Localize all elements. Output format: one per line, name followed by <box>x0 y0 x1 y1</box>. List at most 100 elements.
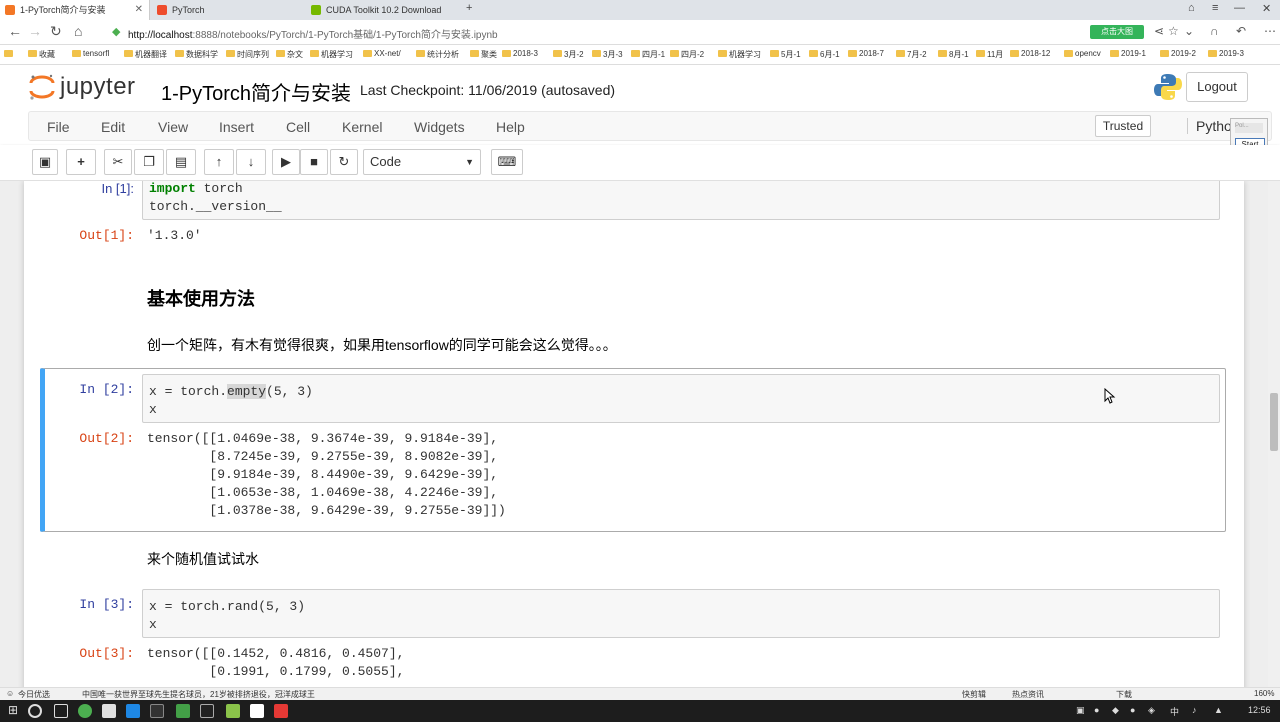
bookmark-item[interactable]: 数据科学 <box>175 49 218 60</box>
app-icon-explorer[interactable] <box>102 704 116 718</box>
command-palette-button[interactable]: ⌨ <box>491 149 523 175</box>
bookmark-item[interactable]: 时间序列 <box>226 49 269 60</box>
bookmark-toggle-icon[interactable]: ⊳ <box>4 49 13 58</box>
notebook-name[interactable]: 1-PyTorch简介与安装 <box>161 77 351 106</box>
bookmark-item[interactable]: 杂文 <box>276 49 303 60</box>
run-button[interactable]: ▶ <box>272 149 300 175</box>
menu-cell[interactable]: Cell <box>286 119 310 135</box>
bookmark-item[interactable]: 7月-2 <box>896 49 927 60</box>
menu-icon[interactable]: ≡ <box>1212 2 1218 14</box>
menu-kernel[interactable]: Kernel <box>342 119 382 135</box>
copy-button[interactable]: ❐ <box>134 149 164 175</box>
bookmark-item[interactable]: 6月-1 <box>809 49 840 60</box>
cell-type-select[interactable]: Code ▼ <box>363 149 481 175</box>
menu-help[interactable]: Help <box>496 119 525 135</box>
bookmark-item[interactable]: 四月-1 <box>631 49 665 60</box>
bookmark-item[interactable]: 2018-12 <box>1010 49 1050 58</box>
bookmark-item[interactable]: 统计分析 <box>416 49 459 60</box>
code-cell-input[interactable]: import torch torch.__version__ <box>142 181 1220 220</box>
volume-icon[interactable]: ♪ <box>1192 705 1197 715</box>
input-language[interactable]: 中 <box>1170 705 1179 718</box>
forward-icon[interactable]: → <box>28 23 42 39</box>
menu-view[interactable]: View <box>158 119 188 135</box>
bookmark-item[interactable]: tensorfl <box>72 49 109 58</box>
code-cell-input[interactable]: x = torch.rand(5, 3) x <box>142 589 1220 638</box>
bookmark-item[interactable]: 8月-1 <box>938 49 969 60</box>
vertical-scrollbar[interactable] <box>1268 181 1280 687</box>
bookmark-item[interactable]: 2018-7 <box>848 49 884 58</box>
cut-button[interactable]: ✂ <box>104 149 132 175</box>
tab-pytorch[interactable]: PyTorch <box>152 0 304 20</box>
app-icon-browser[interactable] <box>78 704 92 718</box>
close-icon[interactable]: ✕ <box>135 0 143 20</box>
status-zoom[interactable]: 160% <box>1254 689 1274 698</box>
app-icon-recorder[interactable] <box>274 704 288 718</box>
new-tab-button[interactable]: + <box>466 2 472 14</box>
menu-insert[interactable]: Insert <box>219 119 254 135</box>
bookmark-item[interactable]: 11月 <box>976 49 1003 60</box>
insert-cell-button[interactable]: + <box>66 149 96 175</box>
enlarge-button[interactable]: 点击大图 <box>1090 25 1144 39</box>
bookmark-item[interactable]: 3月-2 <box>553 49 584 60</box>
status-download[interactable]: 下载 <box>1116 689 1132 700</box>
headset-icon[interactable]: ∩ <box>1210 24 1219 38</box>
bookmark-item[interactable]: 5月-1 <box>770 49 801 60</box>
minimize-icon[interactable]: — <box>1234 2 1245 14</box>
move-up-button[interactable]: ↑ <box>204 149 234 175</box>
bookmark-item[interactable]: 机器学习 <box>310 49 353 60</box>
bookmark-item[interactable]: 2019-3 <box>1208 49 1244 58</box>
bookmark-item[interactable]: 2018-3 <box>502 49 538 58</box>
status-quick-clip[interactable]: 快剪辑 <box>962 689 986 700</box>
clock[interactable]: 12:56 <box>1248 705 1271 715</box>
window-close-icon[interactable]: ✕ <box>1262 2 1271 15</box>
tray-icon-2[interactable]: ● <box>1094 705 1099 715</box>
tray-icon-4[interactable]: ● <box>1130 705 1135 715</box>
back-icon[interactable]: ← <box>8 23 22 39</box>
menu-edit[interactable]: Edit <box>101 119 125 135</box>
move-down-button[interactable]: ↓ <box>236 149 266 175</box>
url-field[interactable]: http://localhost:8888/notebooks/PyTorch/… <box>128 26 498 41</box>
menu-file[interactable]: File <box>47 119 70 135</box>
app-icon-editor[interactable] <box>200 704 214 718</box>
search-icon[interactable] <box>28 704 42 718</box>
bookmark-item[interactable]: 2019-1 <box>1110 49 1146 58</box>
scrollbar-thumb[interactable] <box>1270 393 1278 451</box>
reload-icon[interactable]: ↻ <box>50 23 62 40</box>
home-icon[interactable]: ⌂ <box>74 23 82 39</box>
app-icon-chrome[interactable] <box>176 704 190 718</box>
bookmark-item[interactable]: XX-net/ <box>363 49 401 58</box>
jupyter-wordmark[interactable]: jupyter <box>60 73 136 101</box>
menu-widgets[interactable]: Widgets <box>414 119 465 135</box>
task-view-icon[interactable] <box>54 704 68 718</box>
bookmark-item[interactable]: 聚类 <box>470 49 497 60</box>
share-icon[interactable]: ⋖ <box>1154 24 1164 38</box>
tab-cuda[interactable]: CUDA Toolkit 10.2 Download <box>306 0 458 20</box>
paste-button[interactable]: ▤ <box>166 149 196 175</box>
status-daily[interactable]: 今日优选 <box>18 689 50 700</box>
restart-button[interactable]: ↻ <box>330 149 358 175</box>
bookmark-item[interactable]: 四月-2 <box>670 49 704 60</box>
bookmark-item[interactable]: 机器学习 <box>718 49 761 60</box>
interrupt-button[interactable]: ■ <box>300 149 328 175</box>
more-icon[interactable]: ⋯ <box>1264 24 1276 38</box>
app-icon-pycharm[interactable] <box>226 704 240 718</box>
bookmark-item[interactable]: 机器翻译 <box>124 49 167 60</box>
logout-button[interactable]: Logout <box>1186 72 1248 102</box>
skin-icon[interactable]: ⌂ <box>1188 2 1195 14</box>
trusted-indicator[interactable]: Trusted <box>1095 115 1151 137</box>
network-icon[interactable]: ▲ <box>1214 705 1223 715</box>
save-button[interactable]: ▣ <box>32 149 58 175</box>
bookmark-item[interactable]: 收藏 <box>28 49 55 60</box>
code-cell-input[interactable]: x = torch.empty(5, 3) x <box>142 374 1220 423</box>
status-hot-news[interactable]: 热点资讯 <box>1012 689 1044 700</box>
bookmark-item[interactable]: 2019-2 <box>1160 49 1196 58</box>
bookmark-item[interactable]: 3月-3 <box>592 49 623 60</box>
tray-icon-1[interactable]: ▣ <box>1076 705 1085 716</box>
dropdown-icon[interactable]: ⌄ <box>1184 24 1194 38</box>
windows-start-icon[interactable]: ⊞ <box>8 703 18 717</box>
star-icon[interactable]: ☆ <box>1168 24 1179 38</box>
tab-notebook[interactable]: 1-PyTorch简介与安装 ✕ <box>0 0 150 20</box>
status-news[interactable]: 中国唯一获世界至球先生提名球员，21岁被排挤退役，冠洋成球王 <box>82 689 315 700</box>
tray-icon-5[interactable]: ◈ <box>1148 705 1155 716</box>
app-icon-notes[interactable] <box>250 704 264 718</box>
